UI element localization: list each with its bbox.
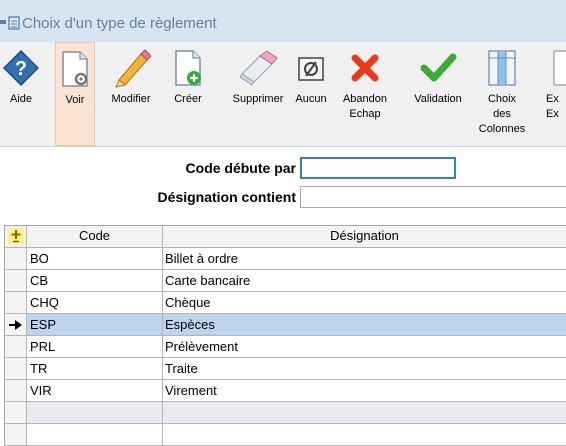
row-indicator xyxy=(5,336,27,358)
filter-panel: Code débute par Désignation contient xyxy=(0,146,566,223)
table-row[interactable]: VIR Virement xyxy=(5,380,566,402)
row-indicator xyxy=(5,358,27,380)
create-button[interactable]: Créer xyxy=(169,42,207,146)
none-icon xyxy=(298,57,324,81)
grid-header: Code Désignation xyxy=(5,226,566,248)
table-row[interactable]: CB Carte bancaire xyxy=(5,270,566,292)
cell-code[interactable] xyxy=(27,424,163,446)
export-button[interactable]: Ex Ex xyxy=(540,42,566,146)
delete-label: Supprimer xyxy=(232,93,284,105)
table-row[interactable]: CHQ Chèque xyxy=(5,292,566,314)
cell-designation[interactable]: Prélèvement xyxy=(163,336,566,358)
view-label: Voir xyxy=(65,94,85,106)
export-icon xyxy=(553,50,566,86)
code-filter-label: Code débute par xyxy=(185,160,296,176)
cell-designation[interactable]: Carte bancaire xyxy=(163,270,566,292)
columns-icon xyxy=(488,50,516,86)
designation-filter-label: Désignation contient xyxy=(157,189,296,205)
cell-code[interactable]: ESP xyxy=(27,314,163,336)
none-label: Aucun xyxy=(295,93,327,105)
modify-label: Modifier xyxy=(111,93,151,105)
pencil-icon xyxy=(115,49,151,88)
row-indicator xyxy=(5,270,27,292)
cell-code[interactable]: CHQ xyxy=(27,292,163,314)
plus-icon xyxy=(8,228,24,244)
view-document-icon xyxy=(62,51,88,87)
cell-designation[interactable]: Billet à ordre xyxy=(163,248,566,270)
row-indicator xyxy=(5,248,27,270)
cell-code[interactable]: PRL xyxy=(27,336,163,358)
toolbar: ? Aide Voir Modifier Créer Supprimer Auc… xyxy=(0,42,566,147)
table-row[interactable]: PRL Prélèvement xyxy=(5,336,566,358)
table-row[interactable]: TR Traite xyxy=(5,358,566,380)
table-row-selected[interactable]: ESP Espèces xyxy=(5,314,566,336)
help-label: Aide xyxy=(9,93,33,105)
modify-button[interactable]: Modifier xyxy=(106,42,156,146)
row-indicator xyxy=(5,380,27,402)
cell-designation[interactable]: Virement xyxy=(163,380,566,402)
cell-code[interactable]: VIR xyxy=(27,380,163,402)
cell-designation[interactable]: Espèces xyxy=(163,314,566,336)
cell-code[interactable]: BO xyxy=(27,248,163,270)
data-grid: Code Désignation BO Billet à ordre CB Ca… xyxy=(4,225,566,446)
validation-button[interactable]: Validation xyxy=(408,42,468,146)
column-header-designation[interactable]: Désignation xyxy=(163,226,566,248)
check-icon xyxy=(420,53,457,82)
none-button[interactable]: Aucun xyxy=(294,42,328,146)
eraser-icon xyxy=(239,50,278,86)
empty-row[interactable] xyxy=(5,424,566,446)
create-label: Créer xyxy=(174,93,202,105)
window-title: Choix d'un type de règlement xyxy=(22,15,217,32)
delete-button[interactable]: Supprimer xyxy=(226,42,290,146)
row-indicator xyxy=(5,314,27,336)
table-row[interactable]: BO Billet à ordre xyxy=(5,248,566,270)
help-icon: ? xyxy=(2,49,40,87)
row-indicator xyxy=(5,402,27,424)
export-label: Ex Ex xyxy=(546,93,559,120)
svg-text:?: ? xyxy=(15,58,27,80)
validation-label: Validation xyxy=(414,93,462,105)
add-row-button[interactable] xyxy=(5,226,27,248)
cell-code[interactable] xyxy=(27,402,163,424)
column-header-code[interactable]: Code xyxy=(27,226,163,248)
help-button[interactable]: ? Aide xyxy=(0,42,42,146)
code-filter-input[interactable] xyxy=(300,157,456,179)
view-button[interactable]: Voir xyxy=(55,42,95,146)
cancel-icon xyxy=(351,54,379,82)
cancel-label: Abandon Echap xyxy=(342,93,388,120)
cancel-button[interactable]: Abandon Echap xyxy=(342,42,388,146)
cell-designation[interactable]: Chèque xyxy=(163,292,566,314)
designation-filter-input[interactable] xyxy=(300,186,566,208)
choose-columns-label: Choix des Colonnes xyxy=(478,93,526,135)
choose-columns-button[interactable]: Choix des Colonnes xyxy=(476,42,528,146)
row-indicator xyxy=(5,424,27,446)
form-icon xyxy=(0,16,20,30)
row-indicator xyxy=(5,292,27,314)
current-row-arrow-icon xyxy=(9,320,22,330)
new-document-icon xyxy=(175,50,201,86)
cell-designation[interactable]: Traite xyxy=(163,358,566,380)
cell-designation[interactable] xyxy=(163,402,566,424)
cell-code[interactable]: CB xyxy=(27,270,163,292)
cell-code[interactable]: TR xyxy=(27,358,163,380)
title-bar: Choix d'un type de règlement xyxy=(0,0,566,42)
cell-designation[interactable] xyxy=(163,424,566,446)
empty-row[interactable] xyxy=(5,402,566,424)
